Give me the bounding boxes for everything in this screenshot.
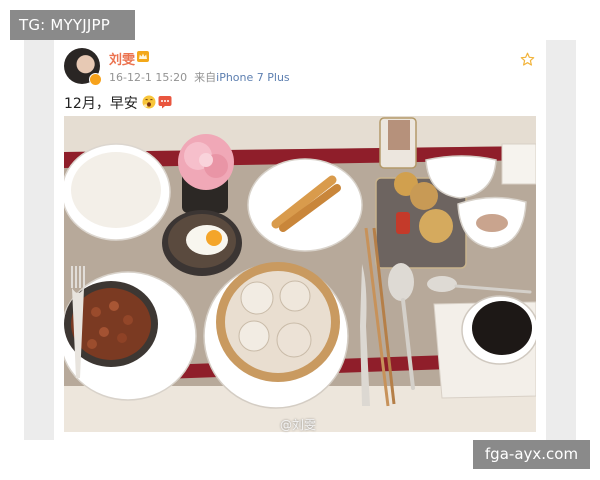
yawn-emoji-icon bbox=[142, 95, 156, 109]
avatar[interactable] bbox=[64, 48, 102, 86]
post-meta: 16-12-1 15:20 来自iPhone 7 Plus bbox=[109, 69, 290, 85]
source-prefix: 来自 bbox=[194, 71, 217, 84]
image-watermark: @刘雯 bbox=[280, 418, 317, 432]
post-timestamp[interactable]: 16-12-1 15:20 bbox=[109, 71, 187, 84]
username-link[interactable]: 刘雯 bbox=[109, 49, 135, 68]
speech-bubble-emoji-icon bbox=[158, 96, 172, 109]
spoon bbox=[388, 263, 414, 301]
post-image[interactable] bbox=[64, 116, 536, 432]
breakfast-photo bbox=[64, 116, 536, 432]
teaspoon bbox=[427, 276, 457, 292]
telegram-tag: TG: MYYJJPP bbox=[10, 10, 135, 40]
source-device-link[interactable]: iPhone 7 Plus bbox=[216, 71, 290, 84]
verified-badge-icon bbox=[89, 73, 102, 86]
post-text: 12月，早安 bbox=[64, 96, 138, 112]
star-outline-icon[interactable] bbox=[520, 52, 535, 67]
site-tag: fga-ayx.com bbox=[473, 440, 590, 469]
black-coffee bbox=[472, 301, 532, 355]
crown-icon bbox=[137, 51, 149, 62]
dumpling bbox=[240, 281, 274, 315]
